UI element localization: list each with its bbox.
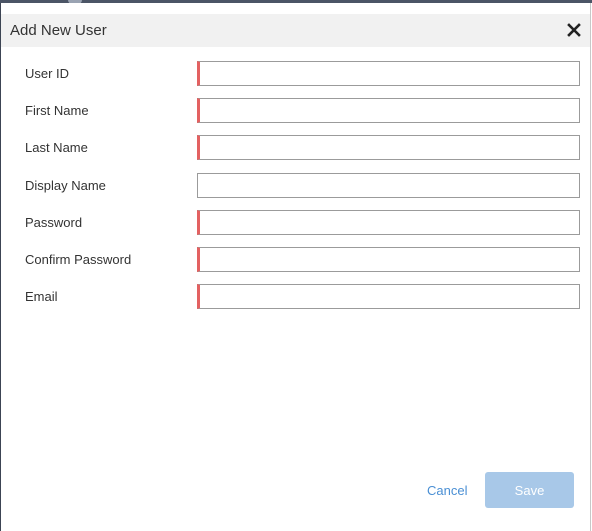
last-name-label: Last Name (25, 140, 88, 155)
save-button[interactable]: Save (485, 472, 574, 508)
last-name-input[interactable] (197, 135, 580, 160)
password-label: Password (25, 215, 83, 230)
field-row-display-name: Display Name (1, 173, 590, 199)
dialog-footer: Cancel Save (1, 472, 590, 512)
dialog-header: Add New User (1, 14, 590, 47)
user-id-label: User ID (25, 66, 70, 81)
field-row-user-id: User ID (1, 61, 590, 87)
page: Add New User User ID First Name Last Nam… (0, 0, 592, 531)
cancel-button[interactable]: Cancel (427, 483, 467, 498)
email-label: Email (25, 289, 58, 304)
display-name-input[interactable] (197, 173, 580, 198)
field-row-confirm-password: Confirm Password (1, 247, 590, 273)
add-user-dialog: Add New User User ID First Name Last Nam… (0, 3, 591, 531)
email-input[interactable] (197, 284, 580, 309)
close-button[interactable] (564, 20, 584, 40)
field-row-password: Password (1, 210, 590, 236)
user-id-input[interactable] (197, 61, 580, 86)
first-name-input[interactable] (197, 98, 580, 123)
close-icon (567, 23, 581, 37)
field-row-email: Email (1, 284, 590, 310)
field-row-last-name: Last Name (1, 135, 590, 161)
dialog-title: Add New User (10, 22, 107, 39)
confirm-password-input[interactable] (197, 247, 580, 272)
password-input[interactable] (197, 210, 580, 235)
confirm-password-label: Confirm Password (25, 252, 132, 267)
field-row-first-name: First Name (1, 98, 590, 124)
first-name-label: First Name (25, 103, 89, 118)
display-name-label: Display Name (25, 178, 106, 193)
